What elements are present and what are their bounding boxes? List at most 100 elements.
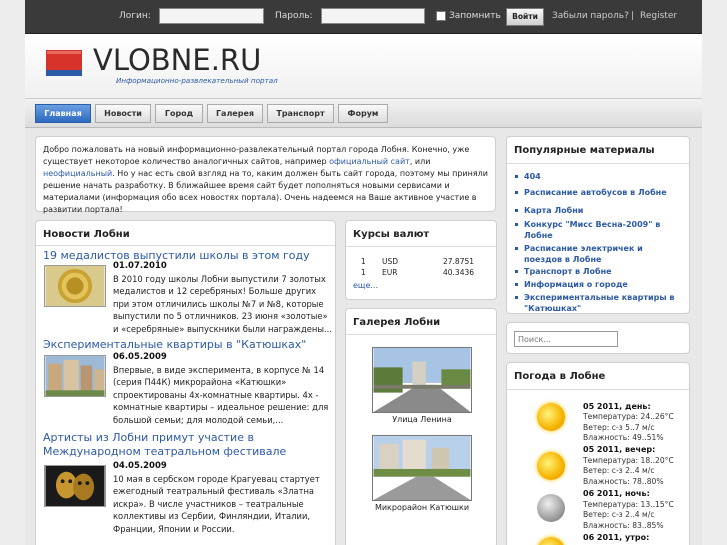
popular-item[interactable]: Экспериментальные квартиры в "Катюшках" [524,292,683,314]
bullet-icon [515,191,518,194]
unofficial-site-link[interactable]: неофициальный [43,169,112,178]
popular-item[interactable]: Карта Лобни [524,205,683,216]
password-label: Пароль: [275,11,313,21]
currency-divider [346,246,496,247]
main-nav: Главная Новости Город Галерея Транспорт … [25,98,702,128]
news-item-title[interactable]: Артисты из Лобни примут участие в Междун… [43,431,335,459]
tab-forum[interactable]: Форум [338,104,388,123]
gallery-divider [346,334,496,335]
tab-news[interactable]: Новости [95,104,151,123]
search-panel [506,322,690,354]
weather-humidity: Влажность: 83..85% [583,521,664,530]
currency-panel-title: Курсы валют [353,229,430,240]
gallery-photo-lenina[interactable] [372,347,472,413]
remember-label: Запомнить [449,11,501,21]
news-item-title[interactable]: 19 медалистов выпустили школы в этом год… [43,249,310,263]
gallery-panel-title: Галерея Лобни [353,317,441,328]
weather-period: 05 2011, день: [583,402,651,411]
currency-code: EUR [382,268,398,277]
moon-icon [537,494,565,522]
bullet-icon [515,283,518,286]
bullet-icon [515,247,518,250]
popular-item[interactable]: Расписание автобусов в Лобне [524,187,683,198]
bullet-icon [515,223,518,226]
logo-text[interactable]: VLOBNE.RU [93,43,261,77]
news-item-title[interactable]: Экспериментальные квартиры в "Катюшках" [43,338,306,352]
official-site-link[interactable]: официальный сайт [329,157,410,166]
gallery-panel: Галерея Лобни Улица Ленина Микрорайон Ка… [345,308,497,545]
weather-period: 06 2011, ночь: [583,489,650,498]
currency-qty: 1 [361,268,366,277]
news-date: 06.05.2009 [113,352,167,362]
bullet-icon [515,209,518,212]
login-button[interactable]: Войти [506,8,544,26]
weather-wind: Ветер: с-з 2..4 м/с [583,466,655,475]
currency-qty: 1 [361,257,366,266]
weather-humidity: Влажность: 78..80% [583,477,664,486]
weather-panel: Погода в Лобне 05 2011, день: Температур… [506,362,690,545]
news-panel-title: Новости Лобни [43,229,130,240]
bullet-icon [515,270,518,273]
remember-checkbox[interactable] [436,11,446,21]
popular-item[interactable]: Конкурс "Мисс Весна-2009" в Лобне [524,219,683,241]
news-text: В 2010 году школы Лобни выпустили 7 золо… [113,274,332,334]
currency-code: USD [382,257,399,266]
popular-panel-title: Популярные материалы [514,145,655,156]
site-header: VLOBNE.RU Информационно-развлекательный … [25,34,702,98]
popular-item[interactable]: Информация о городе [524,279,683,290]
weather-humidity: Влажность: 49..51% [583,433,664,442]
theatre-masks-image[interactable] [44,465,106,507]
bullet-icon [515,296,518,299]
weather-period: 06 2011, утро: [583,533,650,542]
content-area: Добро пожаловать на новый информационно-… [25,128,702,545]
weather-temperature: Температура: 13..15°C [583,500,674,509]
popular-item[interactable]: Расписание электричек и поездов в Лобне [524,243,683,265]
gallery-caption: Микрорайон Катюшки [374,503,470,512]
medal-image[interactable] [44,265,106,307]
sun-icon [537,452,565,480]
apartments-image[interactable] [44,355,106,397]
gallery-caption: Улица Ленина [392,415,452,424]
bullet-icon [515,175,518,178]
sun-icon [537,537,565,545]
weather-period: 05 2011, вечер: [583,445,656,454]
top-login-bar: Логин: Пароль: Запомнить Войти Забыли па… [25,0,702,34]
news-text-lead: В 2010 году школы Лобни выпустили 7 золо… [113,273,333,335]
sun-icon [537,403,565,431]
tab-transport[interactable]: Транспорт [267,104,334,123]
weather-temperature: Температура: 24..26°C [583,412,674,421]
welcome-panel: Добро пожаловать на новый информационно-… [35,136,496,214]
weather-temperature: Температура: 18..20°C [583,456,674,465]
popular-panel: Популярные материалы 404 Расписание авто… [506,136,690,314]
popular-item[interactable]: Транспорт в Лобне [524,266,683,277]
weather-wind: Ветер: с-з 5..7 м/с [583,423,655,432]
popular-divider [507,163,689,164]
news-panel: Новости Лобни 19 медалистов выпустили шк… [35,220,336,545]
welcome-text-2: , или [409,157,431,166]
gallery-photo-katyushki[interactable] [372,435,472,501]
currency-panel: Курсы валют 1 USD 27.8751 1 EUR 40.3436 … [345,220,497,300]
register-link[interactable]: Register [640,11,677,21]
tab-home[interactable]: Главная [35,104,91,123]
search-input[interactable] [514,331,618,347]
currency-rate: 27.8751 [443,257,475,266]
news-date: 01.07.2010 [113,261,167,271]
tab-gallery[interactable]: Галерея [207,104,263,123]
popular-item[interactable]: 404 [524,171,683,182]
logo-subtitle: Информационно-развлекательный портал [116,76,278,85]
news-text: 10 мая в сербском городе Крагуевац старт… [113,474,320,534]
weather-divider [507,389,689,390]
forgot-password-link[interactable]: Забыли пароль? [552,11,629,21]
login-label: Логин: [119,11,151,21]
news-date: 04.05.2009 [113,461,167,471]
news-text: Впервые, в виде эксперимента, в корпусе … [113,365,329,425]
password-input[interactable] [321,8,425,24]
currency-rate: 40.3436 [443,268,475,277]
login-input[interactable] [159,8,264,24]
logo-flag-icon[interactable] [46,50,82,76]
news-divider [36,245,335,246]
currency-more-link[interactable]: еще... [353,281,378,290]
weather-wind: Ветер: с-з 2..4 м/с [583,510,655,519]
weather-panel-title: Погода в Лобне [514,371,606,382]
tab-city[interactable]: Город [155,104,203,123]
